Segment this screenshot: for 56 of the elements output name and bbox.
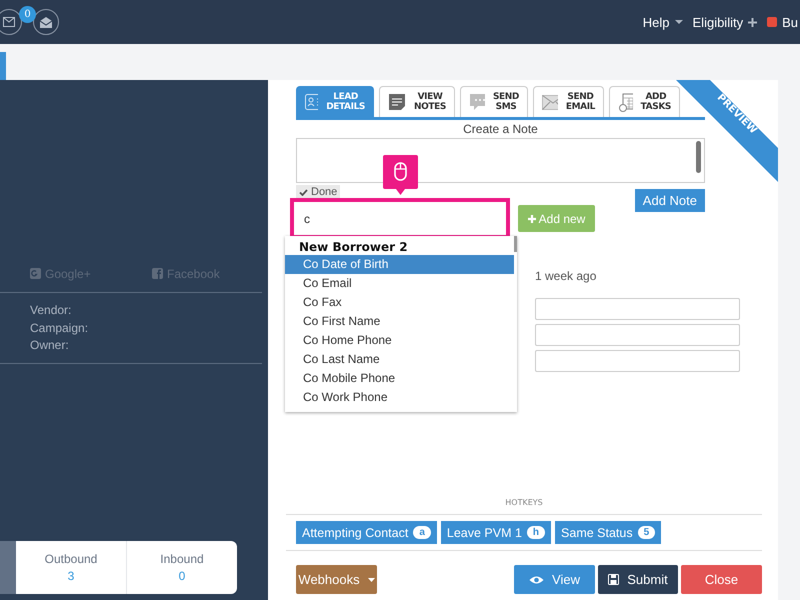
text-field[interactable] [535,350,740,372]
calendar-icon [618,92,633,112]
side-tab[interactable] [0,52,6,80]
dropdown-option[interactable]: Co First Name [285,312,514,331]
envelope-icon [3,17,15,27]
plus-icon [748,18,758,26]
section-title: HOTKEYS [286,498,762,515]
dropdown-option[interactable]: Co Last Name [285,350,514,369]
webhooks-dropdown[interactable]: Webhooks [296,565,377,594]
dropdown-option[interactable]: Co Date of Birth [285,255,514,274]
google-plus-icon [30,268,41,279]
count-value: 3 [68,569,74,583]
eye-icon [529,574,544,584]
facebook-icon [152,268,163,279]
key-badge: a [413,526,431,539]
tab[interactable]: SEND SMS [460,86,528,117]
open-envelope-icon [40,16,52,28]
menu-item[interactable]: Eligibility [692,14,744,30]
envelope-icon [542,94,558,110]
close-button[interactable]: Close [681,565,762,594]
timestamp: 1 week ago [535,269,598,283]
search-field[interactable]: c [290,198,510,239]
field-label: Owner: [30,337,70,354]
check-icon [299,188,308,196]
count-label: Inbound [160,552,204,566]
tab[interactable]: VIEW NOTES [379,86,455,117]
chat-bubble-icon [469,93,485,111]
dropdown-option[interactable]: Co Home Phone [285,331,514,350]
section-title: Create a Note [462,122,539,137]
dropdown-option[interactable]: Co Mobile Phone [285,369,514,388]
dropdown-option[interactable]: Co Work Phone [285,388,514,407]
menu-item[interactable]: Help [642,14,670,30]
key-badge: h [526,526,546,539]
caret-icon [674,20,683,24]
text-field[interactable] [535,324,740,346]
count-value: 0 [178,569,186,583]
dropdown-option[interactable]: Co Email [285,274,514,293]
note-icon [388,93,406,111]
count-badge: 0 [19,6,36,23]
done-button[interactable]: Done [296,185,340,199]
key-badge: 5 [638,526,656,539]
tab[interactable]: ADD TASKS [609,86,680,117]
group-heading: New Borrower 2 [298,239,409,255]
menu-item[interactable]: Bu [782,14,798,30]
caret-icon [368,578,375,582]
plus-icon [528,214,536,222]
status-square-icon [767,17,778,27]
text-field[interactable] [535,298,740,320]
field-label: Vendor: [30,302,72,319]
note-textarea[interactable] [296,138,705,183]
submit-button[interactable]: Submit [598,565,678,594]
tab[interactable]: SEND EMAIL [533,86,604,117]
dropdown-option[interactable]: Co Fax [285,293,514,312]
field-label: Campaign: [30,320,90,336]
id-card-icon [305,94,318,110]
count-label: Outbound [44,552,98,566]
